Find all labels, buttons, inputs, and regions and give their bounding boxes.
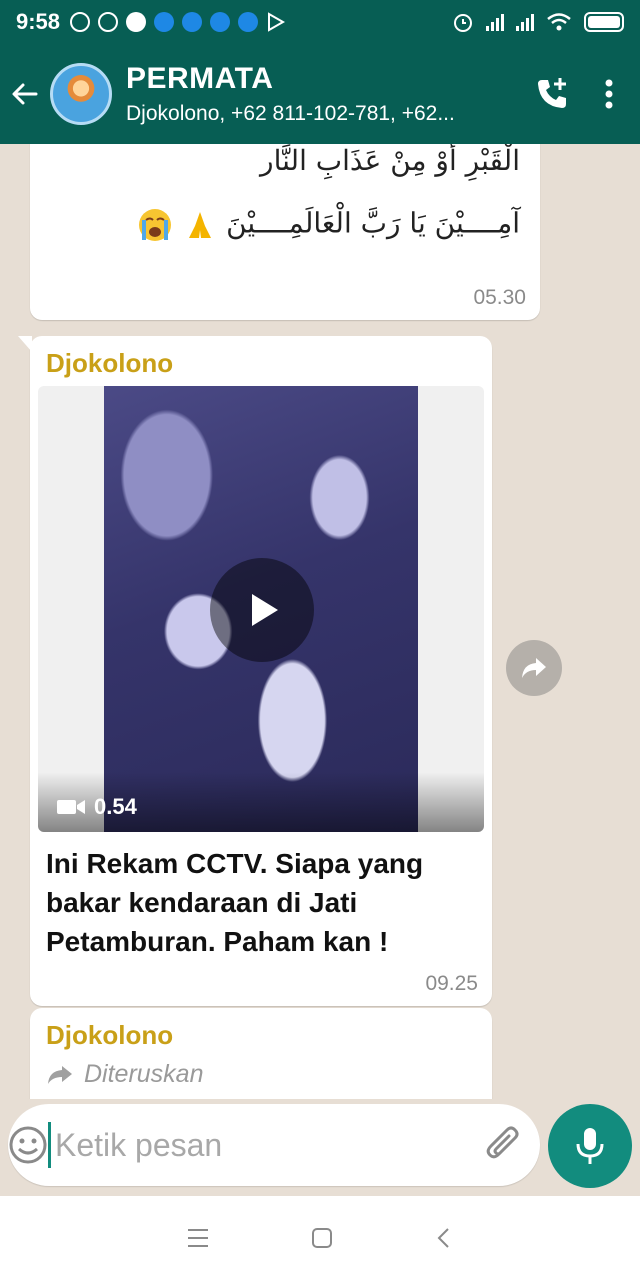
status-bar: 9:58: [0, 0, 640, 44]
emoji-button[interactable]: [8, 1125, 48, 1165]
forwarded-icon: [48, 1065, 72, 1084]
system-nav-bar: [0, 1196, 640, 1280]
add-call-icon[interactable]: [534, 76, 570, 112]
crying-face-icon: [139, 209, 172, 241]
check-circle-icon: [126, 12, 147, 32]
signal-icon: [516, 13, 534, 31]
message-bubble[interactable]: الْقَبْرِ أَوْ مِنْ عَذَابِ النَّار آمِـ…: [30, 144, 540, 320]
back-button[interactable]: [0, 44, 50, 144]
menu-icon[interactable]: [186, 1227, 210, 1249]
message-text-line: آمِــــيْنَ يَا رَبَّ الْعَالَمِــــيْنَ: [30, 206, 540, 244]
video-thumbnail[interactable]: 0.54: [38, 386, 484, 832]
voice-message-button[interactable]: [548, 1104, 632, 1188]
notification-icon: [98, 12, 119, 32]
telegram-icon: [238, 12, 259, 32]
chat-participants: Djokolono, +62 811-102-781, +62...: [126, 102, 455, 125]
microphone-icon: [576, 1128, 604, 1164]
notification-icon: [70, 12, 91, 32]
group-avatar[interactable]: [50, 63, 112, 125]
back-nav-icon[interactable]: [434, 1226, 454, 1250]
sender-name: Djokolono: [46, 1020, 174, 1050]
emoji-icon: [9, 1126, 47, 1164]
battery-icon: [584, 12, 624, 32]
message-input[interactable]: [48, 1122, 475, 1168]
message-time: 09.25: [425, 972, 478, 995]
forwarded-label: Diteruskan: [84, 1060, 204, 1088]
message-bubble[interactable]: Djokolono 0.54 Ini Rekam CCTV. Siapa yan…: [18, 336, 492, 1006]
sender-name: Djokolono: [46, 348, 174, 378]
play-store-icon: [268, 12, 286, 32]
forward-icon: [522, 658, 546, 678]
video-camera-icon: [57, 800, 85, 814]
alarm-icon: [454, 14, 472, 32]
forwarded-indicator: Diteruskan: [46, 1060, 204, 1089]
message-bubble[interactable]: Djokolono Diteruskan: [30, 1008, 492, 1099]
message-text: الْقَبْرِ أَوْ مِنْ عَذَابِ النَّار: [260, 144, 520, 177]
video-duration: 0.54: [94, 794, 137, 819]
notification-icon: [154, 12, 175, 32]
back-arrow-icon: [12, 83, 38, 105]
message-composer: [8, 1104, 600, 1186]
chat-title: PERMATA: [126, 62, 274, 95]
home-icon[interactable]: [310, 1226, 334, 1250]
play-button[interactable]: [210, 558, 314, 662]
status-time: 9:58: [16, 9, 61, 34]
play-icon: [252, 594, 278, 626]
notification-icon: [182, 12, 203, 32]
praying-hands-icon: [189, 212, 212, 238]
message-caption: Ini Rekam CCTV. Siapa yang bakar kendara…: [46, 848, 424, 957]
chat-header: PERMATA Djokolono, +62 811-102-781, +62.…: [0, 44, 640, 144]
more-options-icon[interactable]: [604, 78, 614, 110]
chat-info[interactable]: PERMATA Djokolono, +62 811-102-781, +62.…: [126, 62, 534, 126]
message-time: 05.30: [473, 286, 526, 309]
chat-area[interactable]: الْقَبْرِ أَوْ مِنْ عَذَابِ النَّار آمِـ…: [0, 144, 640, 1099]
signal-icon: [486, 13, 504, 31]
forward-button[interactable]: [506, 640, 562, 696]
notification-icons: [70, 12, 286, 32]
notification-icon: [210, 12, 231, 32]
wifi-icon: [547, 13, 571, 31]
attach-icon[interactable]: [485, 1126, 523, 1164]
message-text: آمِــــيْنَ يَا رَبَّ الْعَالَمِــــيْنَ: [226, 206, 520, 240]
